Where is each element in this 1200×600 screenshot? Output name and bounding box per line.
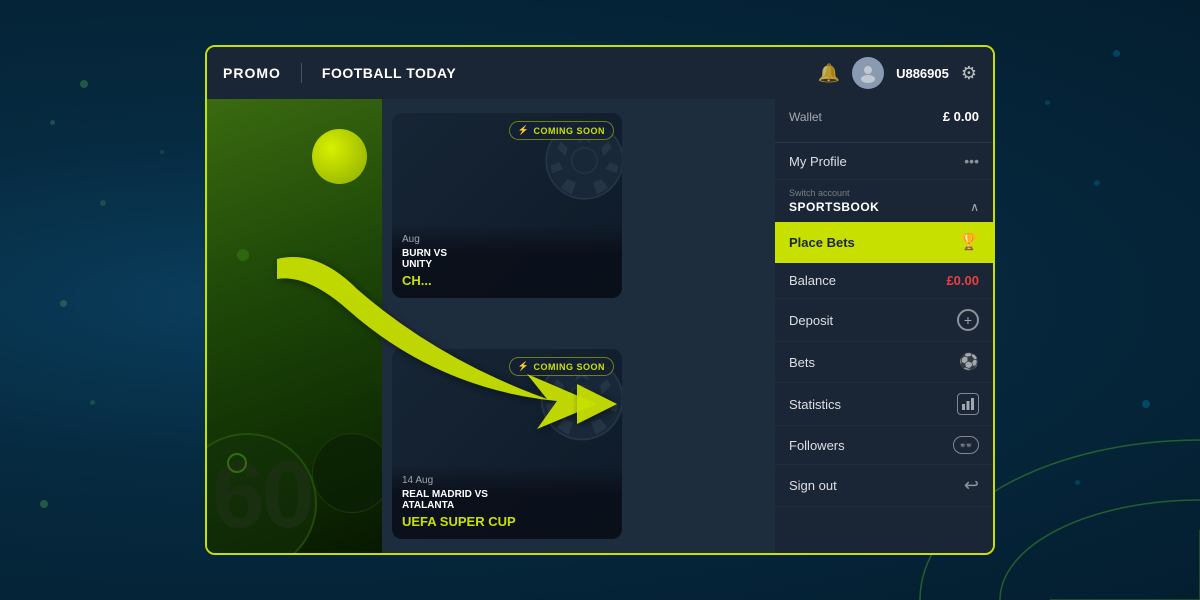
coming-soon-text-top: COMING SOON bbox=[533, 126, 605, 136]
wallet-section: Wallet £ 0.00 bbox=[775, 99, 993, 143]
nav-logo: PROMO bbox=[223, 65, 281, 81]
avatar bbox=[852, 57, 884, 89]
trophy-icon: 🏆 bbox=[959, 232, 979, 252]
football-icon: ⚽ bbox=[959, 352, 979, 372]
card-top-date: Aug bbox=[402, 234, 612, 245]
coming-soon-badge-bottom: ⚡ COMING SOON bbox=[509, 357, 614, 376]
followers-label: Followers bbox=[789, 438, 845, 453]
card-top-match: BURN VSUNITY bbox=[402, 248, 612, 270]
switch-account-label: Switch account bbox=[789, 188, 979, 198]
nav-username: U886905 bbox=[896, 66, 949, 81]
place-bets-label: Place Bets bbox=[789, 235, 855, 250]
wallet-row: Wallet £ 0.00 bbox=[789, 109, 979, 124]
sidebar-dropdown: Wallet £ 0.00 My Profile ••• Switch acco… bbox=[775, 99, 993, 553]
nav-separator bbox=[301, 63, 302, 83]
bets-label: Bets bbox=[789, 355, 815, 370]
balance-label: Balance bbox=[789, 273, 836, 288]
nav-title: FOOTBALL TODAY bbox=[322, 65, 798, 81]
bell-icon[interactable]: 🔔 bbox=[818, 63, 840, 84]
deposit-label: Deposit bbox=[789, 313, 833, 328]
main-container: PROMO FOOTBALL TODAY 🔔 U886905 ⚙ 60 bbox=[205, 45, 995, 555]
card-top-event: CH... bbox=[402, 273, 612, 288]
statistics-icon bbox=[957, 393, 979, 415]
wallet-amount: £ 0.00 bbox=[943, 109, 979, 124]
bets-item[interactable]: Bets ⚽ bbox=[775, 342, 993, 383]
my-profile-label: My Profile bbox=[789, 154, 847, 169]
sign-out-item[interactable]: Sign out ↩ bbox=[775, 465, 993, 507]
navbar: PROMO FOOTBALL TODAY 🔔 U886905 ⚙ bbox=[207, 47, 993, 99]
card-top: ⚡ COMING SOON Aug BURN VSUNITY CH... bbox=[392, 113, 622, 298]
gear-icon[interactable]: ⚙ bbox=[961, 63, 977, 84]
my-profile-item[interactable]: My Profile ••• bbox=[775, 143, 993, 180]
nav-right: 🔔 U886905 ⚙ bbox=[818, 57, 977, 89]
lightning-icon-2: ⚡ bbox=[518, 361, 530, 372]
card-bottom-date: 14 Aug bbox=[402, 475, 612, 486]
balance-item[interactable]: Balance £0.00 bbox=[775, 263, 993, 299]
card-bottom: ⚡ COMING SOON 14 Aug REAL MADRID VSATALA… bbox=[392, 349, 622, 539]
switch-account-name: SPORTSBOOK bbox=[789, 200, 879, 214]
place-bets-item[interactable]: Place Bets 🏆 bbox=[775, 222, 993, 263]
balance-amount: £0.00 bbox=[946, 273, 979, 288]
content-area: 60 bbox=[207, 99, 775, 553]
lightning-icon: ⚡ bbox=[518, 125, 530, 136]
left-panel: 60 bbox=[207, 99, 382, 553]
switch-account-section: Switch account SPORTSBOOK ∧ bbox=[775, 180, 993, 218]
statistics-label: Statistics bbox=[789, 397, 841, 412]
wallet-label: Wallet bbox=[789, 110, 822, 124]
card-bottom-content: 14 Aug REAL MADRID VSATALANTA UEFA SUPER… bbox=[392, 465, 622, 539]
body-area: 60 bbox=[207, 99, 993, 553]
card-bottom-match: REAL MADRID VSATALANTA bbox=[402, 489, 612, 511]
switch-account-row[interactable]: SPORTSBOOK ∧ bbox=[789, 200, 979, 214]
card-bottom-event: UEFA SUPER CUP bbox=[402, 514, 612, 529]
statistics-item[interactable]: Statistics bbox=[775, 383, 993, 426]
sign-out-icon: ↩ bbox=[964, 475, 979, 496]
coming-soon-badge-top: ⚡ COMING SOON bbox=[509, 121, 614, 140]
followers-icon: 👓 bbox=[953, 436, 979, 454]
deposit-item[interactable]: Deposit + bbox=[775, 299, 993, 342]
followers-item[interactable]: Followers 👓 bbox=[775, 426, 993, 465]
plus-circle-icon: + bbox=[957, 309, 979, 331]
dots-icon: ••• bbox=[964, 153, 979, 169]
card-top-content: Aug BURN VSUNITY CH... bbox=[392, 224, 622, 298]
coming-soon-text-bottom: COMING SOON bbox=[533, 362, 605, 372]
chevron-up-icon: ∧ bbox=[970, 200, 979, 214]
sign-out-label: Sign out bbox=[789, 478, 837, 493]
